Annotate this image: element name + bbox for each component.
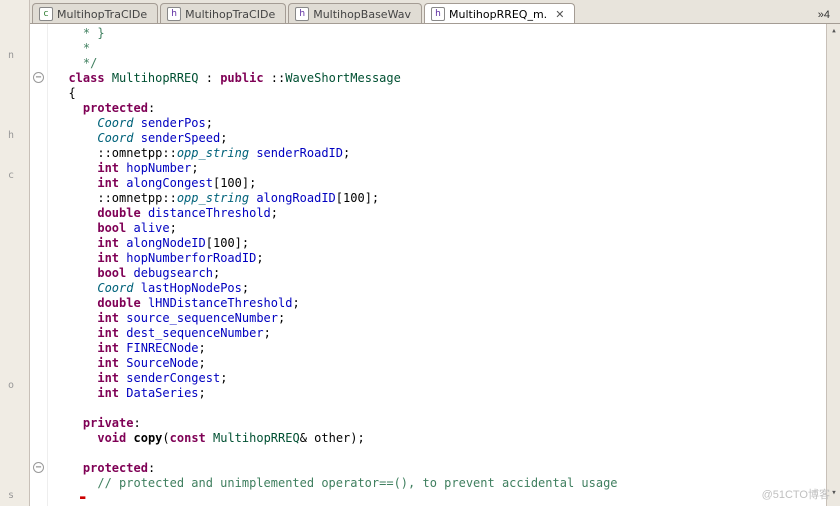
header-file-icon: h [295,7,309,21]
code-area[interactable]: * } * */ class MultihopRREQ : public ::W… [48,24,826,506]
tab-multihoprreq_m.[interactable]: h MultihopRREQ_m. ✕ [424,3,575,24]
error-marker-icon: ▬ [80,493,85,503]
close-icon[interactable]: ✕ [555,8,564,21]
scroll-down-icon[interactable]: ▾ [829,488,839,498]
header-file-icon: h [167,7,181,21]
tab-bar: c MultihopTraCIDe h MultihopTraCIDe h Multiho… [30,0,840,24]
fold-gutter: − − [30,24,48,506]
editor-area[interactable]: − − * } * */ class MultihopRREQ : public… [30,24,840,506]
tab-label: MultihopBaseWav [313,8,411,21]
tab-label: MultihopRREQ_m. [449,8,547,21]
header-file-icon: h [431,7,445,21]
scroll-up-icon[interactable]: ▴ [829,26,839,36]
tab-multihoptracide[interactable]: h MultihopTraCIDe [160,3,286,24]
tab-label: MultihopTraCIDe [185,8,275,21]
editor-pane: c MultihopTraCIDe h MultihopTraCIDe h Multiho… [30,0,840,506]
tab-overflow-button[interactable]: »4 [808,7,840,23]
tab-multihoptracide[interactable]: c MultihopTraCIDe [32,3,158,24]
fold-toggle[interactable]: − [33,72,44,83]
outer-ruler: n h c o s [0,0,30,506]
fold-toggle[interactable]: − [33,462,44,473]
tab-label: MultihopTraCIDe [57,8,147,21]
vertical-scrollbar[interactable]: ▴ ▾ [826,24,840,506]
source-file-icon: c [39,7,53,21]
tab-multihopbasewav[interactable]: h MultihopBaseWav [288,3,422,24]
